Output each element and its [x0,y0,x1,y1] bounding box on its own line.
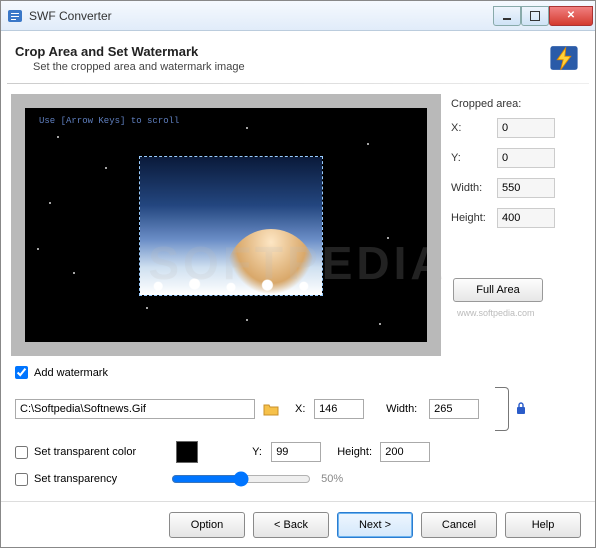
lock-icon[interactable] [515,401,527,418]
transparency-checkbox[interactable] [15,473,28,486]
maximize-button[interactable] [521,6,549,26]
divider [7,83,589,84]
transparent-color-checkbox[interactable] [15,446,28,459]
transparent-color-swatch[interactable] [176,441,198,463]
crop-selection[interactable] [139,156,323,296]
app-icon [7,8,23,24]
folder-icon [263,402,279,416]
crop-handle-top-left[interactable] [25,108,28,111]
crop-handle-top-right[interactable] [424,108,427,111]
preview-panel: Use [Arrow Keys] to scroll [11,94,441,356]
crop-fields-panel: Cropped area: X: Y: Width: Height: Full … [451,94,583,356]
window-title: SWF Converter [29,9,493,23]
transparent-color-label: Set transparent color [34,446,136,458]
crop-handle-bottom-left[interactable] [25,339,28,342]
wm-x-input[interactable] [314,399,364,419]
site-watermark: www.softpedia.com [457,308,583,318]
add-watermark-label: Add watermark [34,367,108,379]
crop-width-label: Width: [451,182,497,194]
crop-height-label: Height: [451,212,497,224]
transparency-value: 50% [321,473,343,485]
crop-x-label: X: [451,122,497,134]
wm-y-input[interactable] [271,442,321,462]
crop-handle-top-mid[interactable] [223,108,230,111]
wm-width-input[interactable] [429,399,479,419]
crop-handle-bottom-mid[interactable] [223,339,230,342]
cancel-button[interactable]: Cancel [421,512,497,538]
minimize-button[interactable] [493,6,521,26]
footer: Option < Back Next > Cancel Help [1,501,595,550]
crop-y-label: Y: [451,152,497,164]
wm-height-input[interactable] [380,442,430,462]
title-bar: SWF Converter [1,1,595,31]
close-button[interactable] [549,6,593,26]
preview-canvas[interactable]: Use [Arrow Keys] to scroll [25,108,427,342]
add-watermark-checkbox[interactable] [15,366,28,379]
crop-handle-mid-left[interactable] [25,222,28,229]
crop-x-input[interactable] [497,118,555,138]
watermark-section: Add watermark X: Width: Set transparent … [1,360,595,501]
page-title: Crop Area and Set Watermark [15,44,547,59]
watermark-path-input[interactable] [15,399,255,419]
next-button[interactable]: Next > [337,512,413,538]
wm-width-label: Width: [386,403,426,415]
crop-handle-bottom-right[interactable] [424,339,427,342]
cropped-area-label: Cropped area: [451,98,583,110]
crop-width-input[interactable] [497,178,555,198]
option-button[interactable]: Option [169,512,245,538]
full-area-button[interactable]: Full Area [453,278,543,302]
wm-height-label: Height: [337,446,377,458]
crop-handle-mid-right[interactable] [424,222,427,229]
transparency-label: Set transparency [34,473,117,485]
transparency-slider[interactable] [171,471,311,487]
header: Crop Area and Set Watermark Set the crop… [1,31,595,83]
aspect-bracket [495,387,509,431]
page-subtitle: Set the cropped area and watermark image [33,61,547,73]
crop-height-input[interactable] [497,208,555,228]
browse-button[interactable] [261,399,281,419]
back-button[interactable]: < Back [253,512,329,538]
wm-x-label: X: [295,403,311,415]
crop-y-input[interactable] [497,148,555,168]
wizard-icon [547,41,581,75]
help-button[interactable]: Help [505,512,581,538]
wm-y-label: Y: [252,446,268,458]
